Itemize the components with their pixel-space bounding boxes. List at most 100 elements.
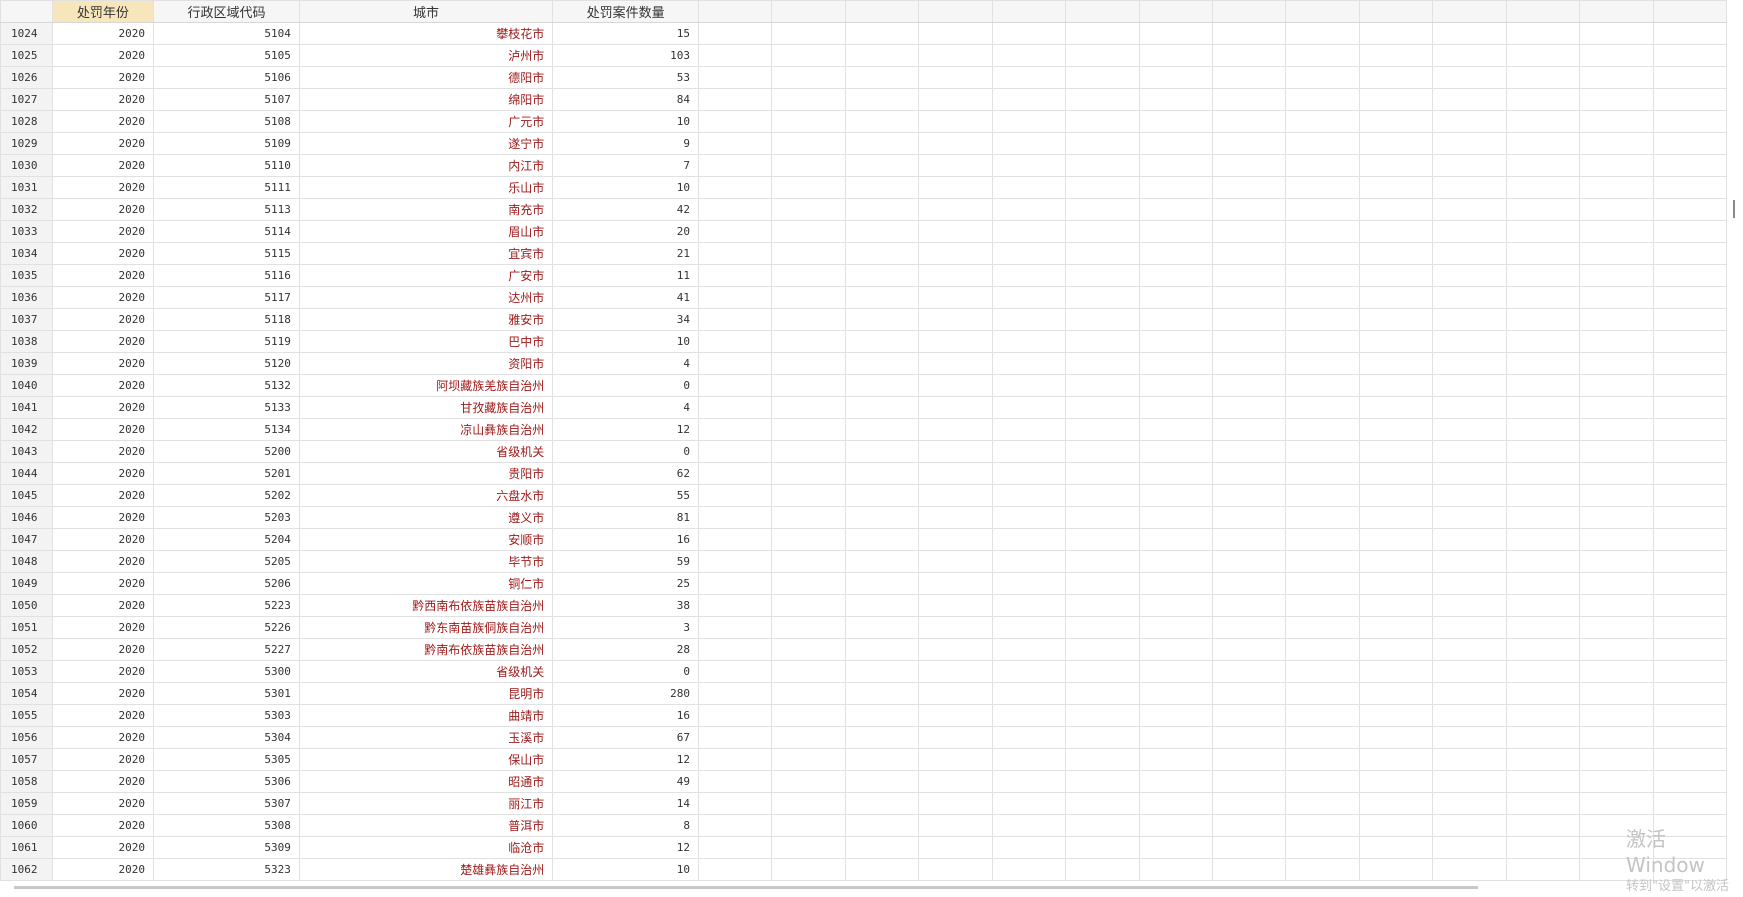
empty-cell[interactable] — [1505, 66, 1581, 89]
empty-cell[interactable] — [1211, 638, 1287, 661]
empty-cell[interactable] — [1652, 528, 1728, 551]
city-cell[interactable]: 内江市 — [298, 154, 554, 177]
empty-cell[interactable] — [1579, 220, 1654, 243]
empty-cell[interactable] — [1358, 308, 1434, 331]
empty-cell[interactable] — [1285, 792, 1360, 815]
empty-cell[interactable] — [771, 462, 846, 485]
empty-cell[interactable] — [1285, 572, 1360, 595]
table-row[interactable]: 1061 2020 5309 临沧市 12 — [0, 836, 1728, 859]
empty-cell[interactable] — [1432, 770, 1507, 793]
empty-cell[interactable] — [991, 44, 1067, 67]
empty-cell[interactable] — [1652, 616, 1728, 639]
empty-cell[interactable] — [771, 352, 846, 375]
empty-cell[interactable] — [698, 66, 773, 89]
empty-cell[interactable] — [1652, 506, 1728, 529]
case-count-cell[interactable]: 0 — [552, 374, 700, 397]
region-code-cell[interactable]: 5105 — [153, 44, 300, 67]
empty-cell[interactable] — [1138, 506, 1213, 529]
empty-cell[interactable] — [918, 154, 993, 177]
row-number-cell[interactable]: 1050 — [0, 594, 53, 617]
empty-cell[interactable] — [918, 176, 993, 199]
case-count-cell[interactable]: 10 — [552, 110, 700, 133]
empty-cell[interactable] — [1065, 770, 1140, 793]
region-code-cell[interactable]: 5227 — [153, 638, 300, 661]
empty-cell[interactable] — [1432, 792, 1507, 815]
empty-cell[interactable] — [771, 198, 846, 221]
empty-cell[interactable] — [1138, 396, 1213, 419]
empty-cell[interactable] — [1138, 528, 1213, 551]
region-code-cell[interactable]: 5109 — [153, 132, 300, 155]
empty-cell[interactable] — [1358, 66, 1434, 89]
empty-cell[interactable] — [1358, 418, 1434, 441]
empty-cell[interactable] — [1505, 616, 1581, 639]
year-cell[interactable]: 2020 — [51, 418, 155, 441]
empty-cell[interactable] — [1358, 440, 1434, 463]
empty-cell[interactable] — [698, 836, 773, 859]
year-cell[interactable]: 2020 — [51, 286, 155, 309]
region-code-cell[interactable]: 5134 — [153, 418, 300, 441]
empty-cell[interactable] — [991, 264, 1067, 287]
region-code-cell[interactable]: 5115 — [153, 242, 300, 265]
empty-cell[interactable] — [1138, 770, 1213, 793]
empty-cell[interactable] — [1211, 440, 1287, 463]
region-code-cell[interactable]: 5117 — [153, 286, 300, 309]
empty-cell[interactable] — [1432, 44, 1507, 67]
empty-cell[interactable] — [1138, 748, 1213, 771]
empty-cell[interactable] — [771, 286, 846, 309]
empty-cell[interactable] — [1211, 858, 1287, 881]
empty-cell[interactable] — [1138, 616, 1213, 639]
empty-cell[interactable] — [1505, 594, 1581, 617]
empty-cell[interactable] — [1285, 154, 1360, 177]
empty-cell[interactable] — [1652, 418, 1728, 441]
table-row[interactable]: 1050 2020 5223 黔西南布依族苗族自治州 38 — [0, 594, 1728, 617]
row-number-cell[interactable]: 1049 — [0, 572, 53, 595]
empty-cell[interactable] — [1432, 418, 1507, 441]
empty-cell[interactable] — [771, 616, 846, 639]
empty-cell[interactable] — [698, 330, 773, 353]
empty-cell[interactable] — [1065, 484, 1140, 507]
empty-cell[interactable] — [1652, 462, 1728, 485]
empty-cell[interactable] — [1358, 748, 1434, 771]
empty-cell[interactable] — [844, 484, 920, 507]
empty-cell[interactable] — [1358, 704, 1434, 727]
empty-cell[interactable] — [771, 660, 846, 683]
empty-cell[interactable] — [1065, 814, 1140, 837]
empty-cell[interactable] — [1432, 814, 1507, 837]
empty-cell[interactable] — [1432, 572, 1507, 595]
empty-cell[interactable] — [1285, 770, 1360, 793]
empty-cell[interactable] — [1432, 484, 1507, 507]
case-count-cell[interactable]: 67 — [552, 726, 700, 749]
empty-cell[interactable] — [1652, 440, 1728, 463]
region-code-cell[interactable]: 5309 — [153, 836, 300, 859]
empty-cell[interactable] — [991, 154, 1067, 177]
empty-cell[interactable] — [1358, 132, 1434, 155]
empty-cell[interactable] — [1579, 154, 1654, 177]
empty-cell[interactable] — [1579, 792, 1654, 815]
empty-cell[interactable] — [1505, 176, 1581, 199]
table-row[interactable]: 1035 2020 5116 广安市 11 — [0, 264, 1728, 287]
empty-cell[interactable] — [698, 814, 773, 837]
empty-cell[interactable] — [1065, 110, 1140, 133]
year-cell[interactable]: 2020 — [51, 440, 155, 463]
table-row[interactable]: 1029 2020 5109 遂宁市 9 — [0, 132, 1728, 155]
region-code-cell[interactable]: 5133 — [153, 396, 300, 419]
empty-cell[interactable] — [1358, 330, 1434, 353]
empty-cell[interactable] — [771, 22, 846, 45]
row-number-cell[interactable]: 1061 — [0, 836, 53, 859]
city-cell[interactable]: 楚雄彝族自治州 — [298, 858, 554, 881]
city-cell[interactable]: 玉溪市 — [298, 726, 554, 749]
empty-cell[interactable] — [991, 22, 1067, 45]
table-row[interactable]: 1056 2020 5304 玉溪市 67 — [0, 726, 1728, 749]
empty-cell[interactable] — [1652, 660, 1728, 683]
case-count-cell[interactable]: 3 — [552, 616, 700, 639]
year-cell[interactable]: 2020 — [51, 572, 155, 595]
empty-cell[interactable] — [1065, 638, 1140, 661]
empty-cell[interactable] — [1211, 242, 1287, 265]
empty-cell[interactable] — [1432, 176, 1507, 199]
empty-cell[interactable] — [1065, 220, 1140, 243]
empty-cell[interactable] — [844, 814, 920, 837]
empty-cell[interactable] — [771, 396, 846, 419]
row-number-cell[interactable]: 1026 — [0, 66, 53, 89]
empty-cell[interactable] — [771, 528, 846, 551]
empty-cell[interactable] — [1652, 572, 1728, 595]
